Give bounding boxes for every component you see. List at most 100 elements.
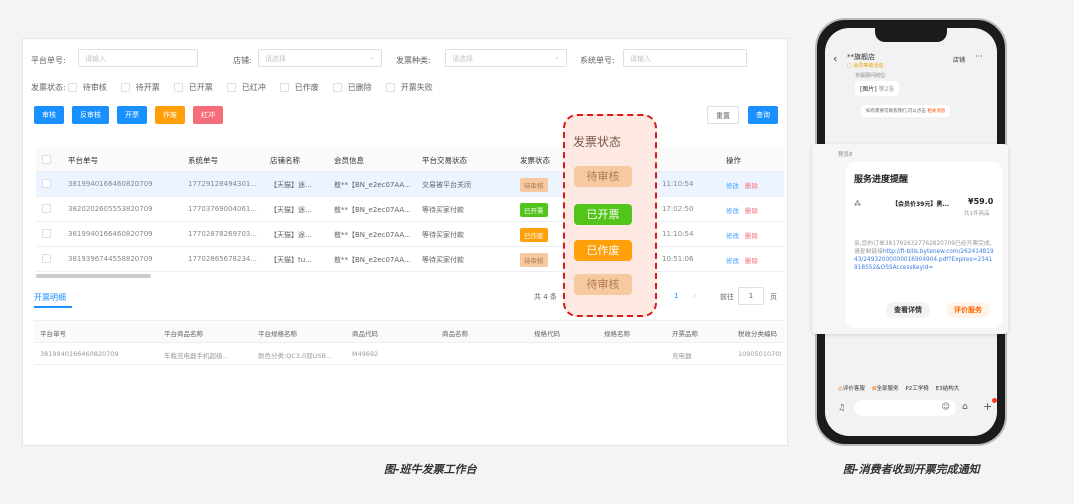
search-button[interactable]: 查询 [748, 106, 778, 124]
member-info: 敖**【BN_e2ec07AA... [334, 206, 411, 214]
edit-link[interactable]: 修改 [726, 182, 739, 190]
status-checkbox[interactable]: 已删除 [332, 82, 372, 93]
trade-status: 等待买家付款 [422, 231, 464, 239]
trade-status: 交易被平台关闭 [422, 181, 471, 189]
system-order-input[interactable]: 请输入 [623, 49, 747, 67]
phone-notch [875, 28, 947, 42]
edit-link[interactable]: 修改 [726, 232, 739, 240]
quick-action[interactable]: E3结构大 [936, 384, 959, 392]
shop-placeholder: 请选择 [265, 55, 286, 63]
delete-link[interactable]: 删除 [745, 182, 758, 190]
quick-action[interactable]: ◎评价客服 [838, 384, 865, 392]
emoji-icon[interactable]: ☺ [942, 402, 950, 411]
chat-hint: 专属顾问岗位: [855, 73, 887, 79]
platform-order: 3819940166460820709 [68, 180, 153, 188]
rate-service-button[interactable]: 评价服务 [946, 302, 990, 318]
page-suffix: 页 [770, 293, 777, 301]
platform-order-label: 平台单号: [31, 56, 66, 65]
member-info: 敖**【BN_e2ec07AA... [334, 256, 411, 264]
next-page-icon[interactable]: › [693, 291, 696, 300]
overlay-badge-issued: 已开票 [574, 204, 632, 225]
member-info: 敖**【BN_e2ec07AA... [334, 231, 411, 239]
trade-status: 等待买家付款 [422, 256, 464, 264]
more-icon[interactable]: ··· [975, 52, 983, 61]
shop-select[interactable]: 请选择 ⌄ [258, 49, 382, 67]
message-input[interactable]: ☺ [854, 400, 956, 416]
quick-action[interactable]: ⊠全部服务 [872, 384, 899, 392]
red-flush-button[interactable]: 红冲 [193, 106, 223, 124]
issue-invoice-button[interactable]: 开票 [117, 106, 147, 124]
status-label: 发票状态: [31, 83, 66, 92]
void-button[interactable]: 作废 [155, 106, 185, 124]
product-thumbnail-icon: ⁂ [854, 200, 861, 208]
shop-name: 【天猫】途... [270, 231, 312, 239]
overlay-badge-voided: 已作废 [574, 240, 632, 261]
platform-order: 3819396744558820709 [68, 255, 153, 263]
invoice-status-badge: 待审核 [520, 178, 548, 192]
table-header: 平台单号 系统单号 店铺名称 会员信息 平台交易状态 发票状态 操作 [36, 147, 784, 172]
horizontal-scrollbar[interactable] [36, 274, 151, 278]
row-checkbox[interactable] [42, 254, 51, 263]
edit-link[interactable]: 修改 [726, 257, 739, 265]
status-checkbox[interactable]: 已开票 [173, 82, 213, 93]
row-checkbox[interactable] [42, 179, 51, 188]
back-icon[interactable]: ‹ [833, 52, 837, 65]
invoice-status-badge: 已开票 [520, 203, 548, 217]
status-checkbox[interactable]: 开票失败 [385, 82, 433, 93]
view-detail-button[interactable]: 查看详情 [886, 302, 930, 318]
invoice-type-placeholder: 请选择 [452, 55, 473, 63]
edit-link[interactable]: 修改 [726, 207, 739, 215]
table-row[interactable]: 3819396744558820709 17702865678234... 【天… [36, 247, 784, 272]
delete-link[interactable]: 删除 [745, 257, 758, 265]
shop-button[interactable]: 店铺 [953, 55, 965, 64]
product-qty: 共1件商品 [964, 211, 990, 217]
system-order-label: 系统单号: [580, 56, 615, 65]
invoice-status-highlight: 发票状态 待审核 已开票 已作废 待审核 [563, 114, 657, 317]
delete-link[interactable]: 删除 [745, 207, 758, 215]
detail-table: 平台单号 平台商品名称 平台规格名称 商品代码 商品名称 规格代码 规格名称 开票品称 税收分类… [34, 320, 784, 445]
invoice-status-badge: 待审核 [520, 253, 548, 267]
chevron-down-icon: ⌄ [369, 53, 375, 61]
plus-icon[interactable]: + [983, 400, 992, 413]
row-checkbox[interactable] [42, 204, 51, 213]
notice-message: 如有需要可联系我们,可以点击 相关消息 [861, 105, 951, 117]
invoice-status-badge: 已作废 [520, 228, 548, 242]
table-row[interactable]: 3820202605553820709 17703769004061... 【天… [36, 197, 784, 222]
unaudit-button[interactable]: 反审核 [72, 106, 109, 124]
audit-button[interactable]: 审核 [34, 106, 64, 124]
time: 17:02:50 [662, 205, 694, 213]
service-progress-card: 服务进度提醒 ⁂ 【会员价39元】黑... ¥59.0 共1件商品 亲,您的订单… [846, 162, 1002, 328]
invoice-type-select[interactable]: 请选择 ⌄ [445, 49, 567, 67]
system-order: 17729128494301... [188, 180, 258, 188]
status-checkbox[interactable]: 已作废 [279, 82, 319, 93]
shop-label: 店铺: [233, 56, 252, 65]
status-checkbox[interactable]: 已红冲 [226, 82, 266, 93]
platform-order: 3820202605553820709 [68, 205, 153, 213]
caption-right: 图-消费者收到开票完成通知 [843, 463, 980, 476]
status-checkbox[interactable]: 待开票 [120, 82, 160, 93]
page-1[interactable]: 1 [674, 292, 678, 300]
delete-link[interactable]: 删除 [745, 232, 758, 240]
detail-row[interactable]: 3819940166460820709 车载充电器手机超级... 颜色分类:QC3.… [34, 343, 784, 365]
image-message[interactable]: [图片] 等2张 [855, 81, 900, 96]
total-count: 共 4 条 [534, 293, 557, 301]
overlay-badge-pending: 待审核 [574, 274, 632, 295]
product-price: ¥59.0 [968, 197, 994, 206]
time: 10:51:06 [662, 255, 694, 263]
voice-icon[interactable]: ♫ [838, 403, 845, 412]
tab-invoice-detail[interactable]: 开票明细 [34, 292, 66, 303]
goto-page-input[interactable]: 1 [738, 287, 764, 305]
status-checkbox[interactable]: 待审核 [67, 82, 107, 93]
table-row[interactable]: 3819940166460820709 17702878269703... 【天… [36, 222, 784, 247]
row-checkbox[interactable] [42, 229, 51, 238]
quick-actions: ◎评价客服 ⊠全部服务 P2工学椅 E3结构大 [838, 384, 959, 392]
reset-button[interactable]: 重置 [707, 106, 739, 124]
table-row[interactable]: 3819940166460820709 17729128494301... 【天… [36, 172, 784, 197]
quick-action[interactable]: P2工学椅 [905, 384, 928, 392]
tab-underline [34, 306, 72, 308]
shop-name: 【天猫】途... [270, 181, 312, 189]
platform-order-input[interactable]: 请输入 [78, 49, 198, 67]
bag-icon[interactable]: ⌂ [962, 402, 968, 412]
select-all-checkbox[interactable] [42, 154, 51, 164]
shop-name: 【天猫】途... [270, 206, 312, 214]
